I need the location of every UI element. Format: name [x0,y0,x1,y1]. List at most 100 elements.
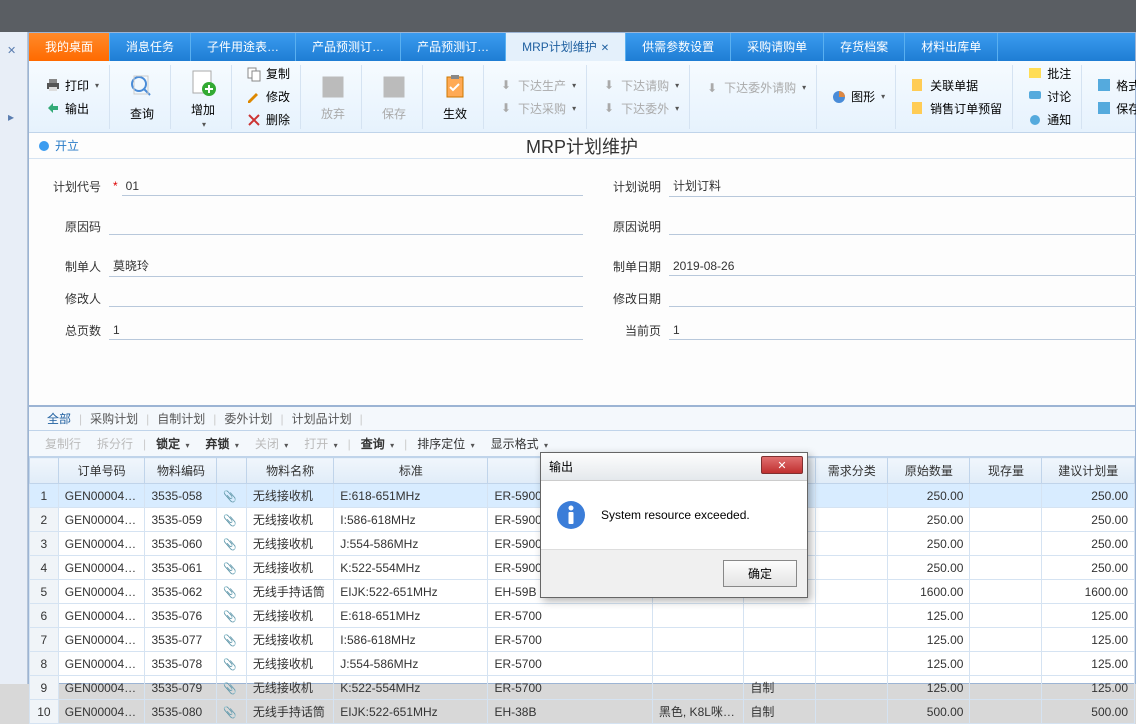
effect-button[interactable]: 生效 [433,69,477,124]
tab-purchase-req[interactable]: 采购请购单 [731,33,824,61]
cell-curr-qty[interactable] [970,652,1042,676]
tab-inventory[interactable]: 存货档案 [824,33,905,61]
cell-mat-spec[interactable] [652,652,744,676]
table-row[interactable]: 8GEN00004…3535-078📎无线接收机J:554-586MHzER-5… [30,652,1135,676]
cell-curr-qty[interactable] [970,556,1042,580]
cell-sugg-qty[interactable]: 500.00 [1042,700,1135,724]
cell-demand-cat[interactable] [816,508,888,532]
issue-outsource-button[interactable]: ⬇下达委外▾ [597,98,683,119]
open-button[interactable]: 打开 ▾ [298,435,343,452]
cell-order[interactable]: GEN00004… [58,604,145,628]
cell-order[interactable]: GEN00004… [58,676,145,700]
cell-order[interactable]: GEN00004… [58,532,145,556]
cell-orig-qty[interactable]: 125.00 [888,652,970,676]
query-button[interactable]: 查询 [120,69,164,124]
notify-button[interactable]: 通知 [1023,109,1075,130]
cell-std[interactable]: E:618-651MHz [334,484,488,508]
cell-mat-code[interactable]: 3535-076 [145,604,217,628]
cell-orig-qty[interactable]: 500.00 [888,700,970,724]
cell-demand-cat[interactable] [816,652,888,676]
cell-mat-name[interactable]: 无线接收机 [246,532,333,556]
cell-attachment[interactable]: 📎 [217,652,247,676]
delete-button[interactable]: 删除 [242,109,294,130]
col-order[interactable]: 订单号码 [58,458,145,484]
issue-outsource-req-button[interactable]: ⬇下达委外请购▾ [700,77,810,98]
cell-mat-code[interactable]: 3535-060 [145,532,217,556]
cell-sugg-qty[interactable]: 250.00 [1042,484,1135,508]
copy-row-button[interactable]: 复制行 [39,435,87,452]
cell-model[interactable]: EH-38B [488,700,652,724]
cell-orig-qty[interactable]: 125.00 [888,628,970,652]
cell-sugg-qty[interactable]: 125.00 [1042,604,1135,628]
table-row[interactable]: 10GEN00004…3535-080📎无线手持话筒EIJK:522-651MH… [30,700,1135,724]
cell-mat-name[interactable]: 无线接收机 [246,604,333,628]
cell-model[interactable]: ER-5700 [488,604,652,628]
cell-mat-code[interactable]: 3535-080 [145,700,217,724]
output-button[interactable]: 输出 [41,98,103,119]
sidebar-close-icon[interactable]: ✕ [7,44,16,57]
cell-std[interactable]: I:586-618MHz [334,628,488,652]
col-sugg-qty[interactable]: 建议计划量 [1042,458,1135,484]
cell-std[interactable]: I:586-618MHz [334,508,488,532]
cell-curr-qty[interactable] [970,508,1042,532]
issue-produce-button[interactable]: ⬇下达生产▾ [494,75,580,96]
cell-curr-qty[interactable] [970,676,1042,700]
cell-mat-name[interactable]: 无线接收机 [246,556,333,580]
cell-std[interactable]: EIJK:522-651MHz [334,580,488,604]
cell-mat-attr[interactable] [744,652,816,676]
cell-std[interactable]: E:618-651MHz [334,604,488,628]
col-mat-code[interactable]: 物料编码 [145,458,217,484]
col-std[interactable]: 标准 [334,458,488,484]
cell-mat-name[interactable]: 无线接收机 [246,628,333,652]
cell-model[interactable]: ER-5700 [488,676,652,700]
cell-mat-code[interactable]: 3535-077 [145,628,217,652]
cell-attachment[interactable]: 📎 [217,508,247,532]
table-row[interactable]: 9GEN00004…3535-079📎无线接收机K:522-554MHzER-5… [30,676,1135,700]
cell-orig-qty[interactable]: 1600.00 [888,580,970,604]
cell-mat-code[interactable]: 3535-078 [145,652,217,676]
cell-mat-spec[interactable] [652,628,744,652]
subtab-planned[interactable]: 计划品计划 [284,410,360,427]
subtab-purchase[interactable]: 采购计划 [82,410,146,427]
grid-query-button[interactable]: 查询 ▾ [355,435,400,452]
cell-curr-qty[interactable] [970,604,1042,628]
cell-demand-cat[interactable] [816,580,888,604]
format-set-button[interactable]: 格式设置 [1092,75,1136,96]
cell-mat-name[interactable]: 无线接收机 [246,508,333,532]
cell-curr-qty[interactable] [970,484,1042,508]
discuss-button[interactable]: 讨论 [1023,86,1075,107]
cell-attachment[interactable]: 📎 [217,484,247,508]
tab-mrp-plan[interactable]: MRP计划维护✕ [506,33,626,61]
cell-sugg-qty[interactable]: 125.00 [1042,676,1135,700]
cell-attachment[interactable]: 📎 [217,676,247,700]
tab-forecast2[interactable]: 产品预测订… [401,33,506,61]
cell-sugg-qty[interactable]: 1600.00 [1042,580,1135,604]
reason-code-field[interactable] [109,217,583,235]
cell-mat-spec[interactable] [652,676,744,700]
cell-sugg-qty[interactable]: 250.00 [1042,508,1135,532]
cell-mat-spec[interactable] [652,604,744,628]
tab-close-icon[interactable]: ✕ [601,43,609,54]
cell-mat-code[interactable]: 3535-079 [145,676,217,700]
abandon-button[interactable]: 放弃 [311,69,355,124]
tab-supply-params[interactable]: 供需参数设置 [626,33,731,61]
cell-std[interactable]: J:554-586MHz [334,652,488,676]
cell-demand-cat[interactable] [816,604,888,628]
cell-mat-code[interactable]: 3535-059 [145,508,217,532]
dialog-close-button[interactable]: ✕ [761,456,803,474]
col-demand-cat[interactable]: 需求分类 [816,458,888,484]
subtab-self[interactable]: 自制计划 [149,410,213,427]
col-mat-name[interactable]: 物料名称 [246,458,333,484]
cell-orig-qty[interactable]: 250.00 [888,508,970,532]
cell-sugg-qty[interactable]: 125.00 [1042,652,1135,676]
cell-mat-attr[interactable]: 自制 [744,700,816,724]
cell-model[interactable]: ER-5700 [488,628,652,652]
cell-mat-name[interactable]: 无线手持话筒 [246,700,333,724]
col-curr-qty[interactable]: 现存量 [970,458,1042,484]
cell-demand-cat[interactable] [816,484,888,508]
tab-material-out[interactable]: 材料出库单 [905,33,998,61]
cell-orig-qty[interactable]: 250.00 [888,484,970,508]
cell-order[interactable]: GEN00004… [58,652,145,676]
cell-mat-attr[interactable]: 自制 [744,676,816,700]
modify-button[interactable]: 修改 [242,86,294,107]
